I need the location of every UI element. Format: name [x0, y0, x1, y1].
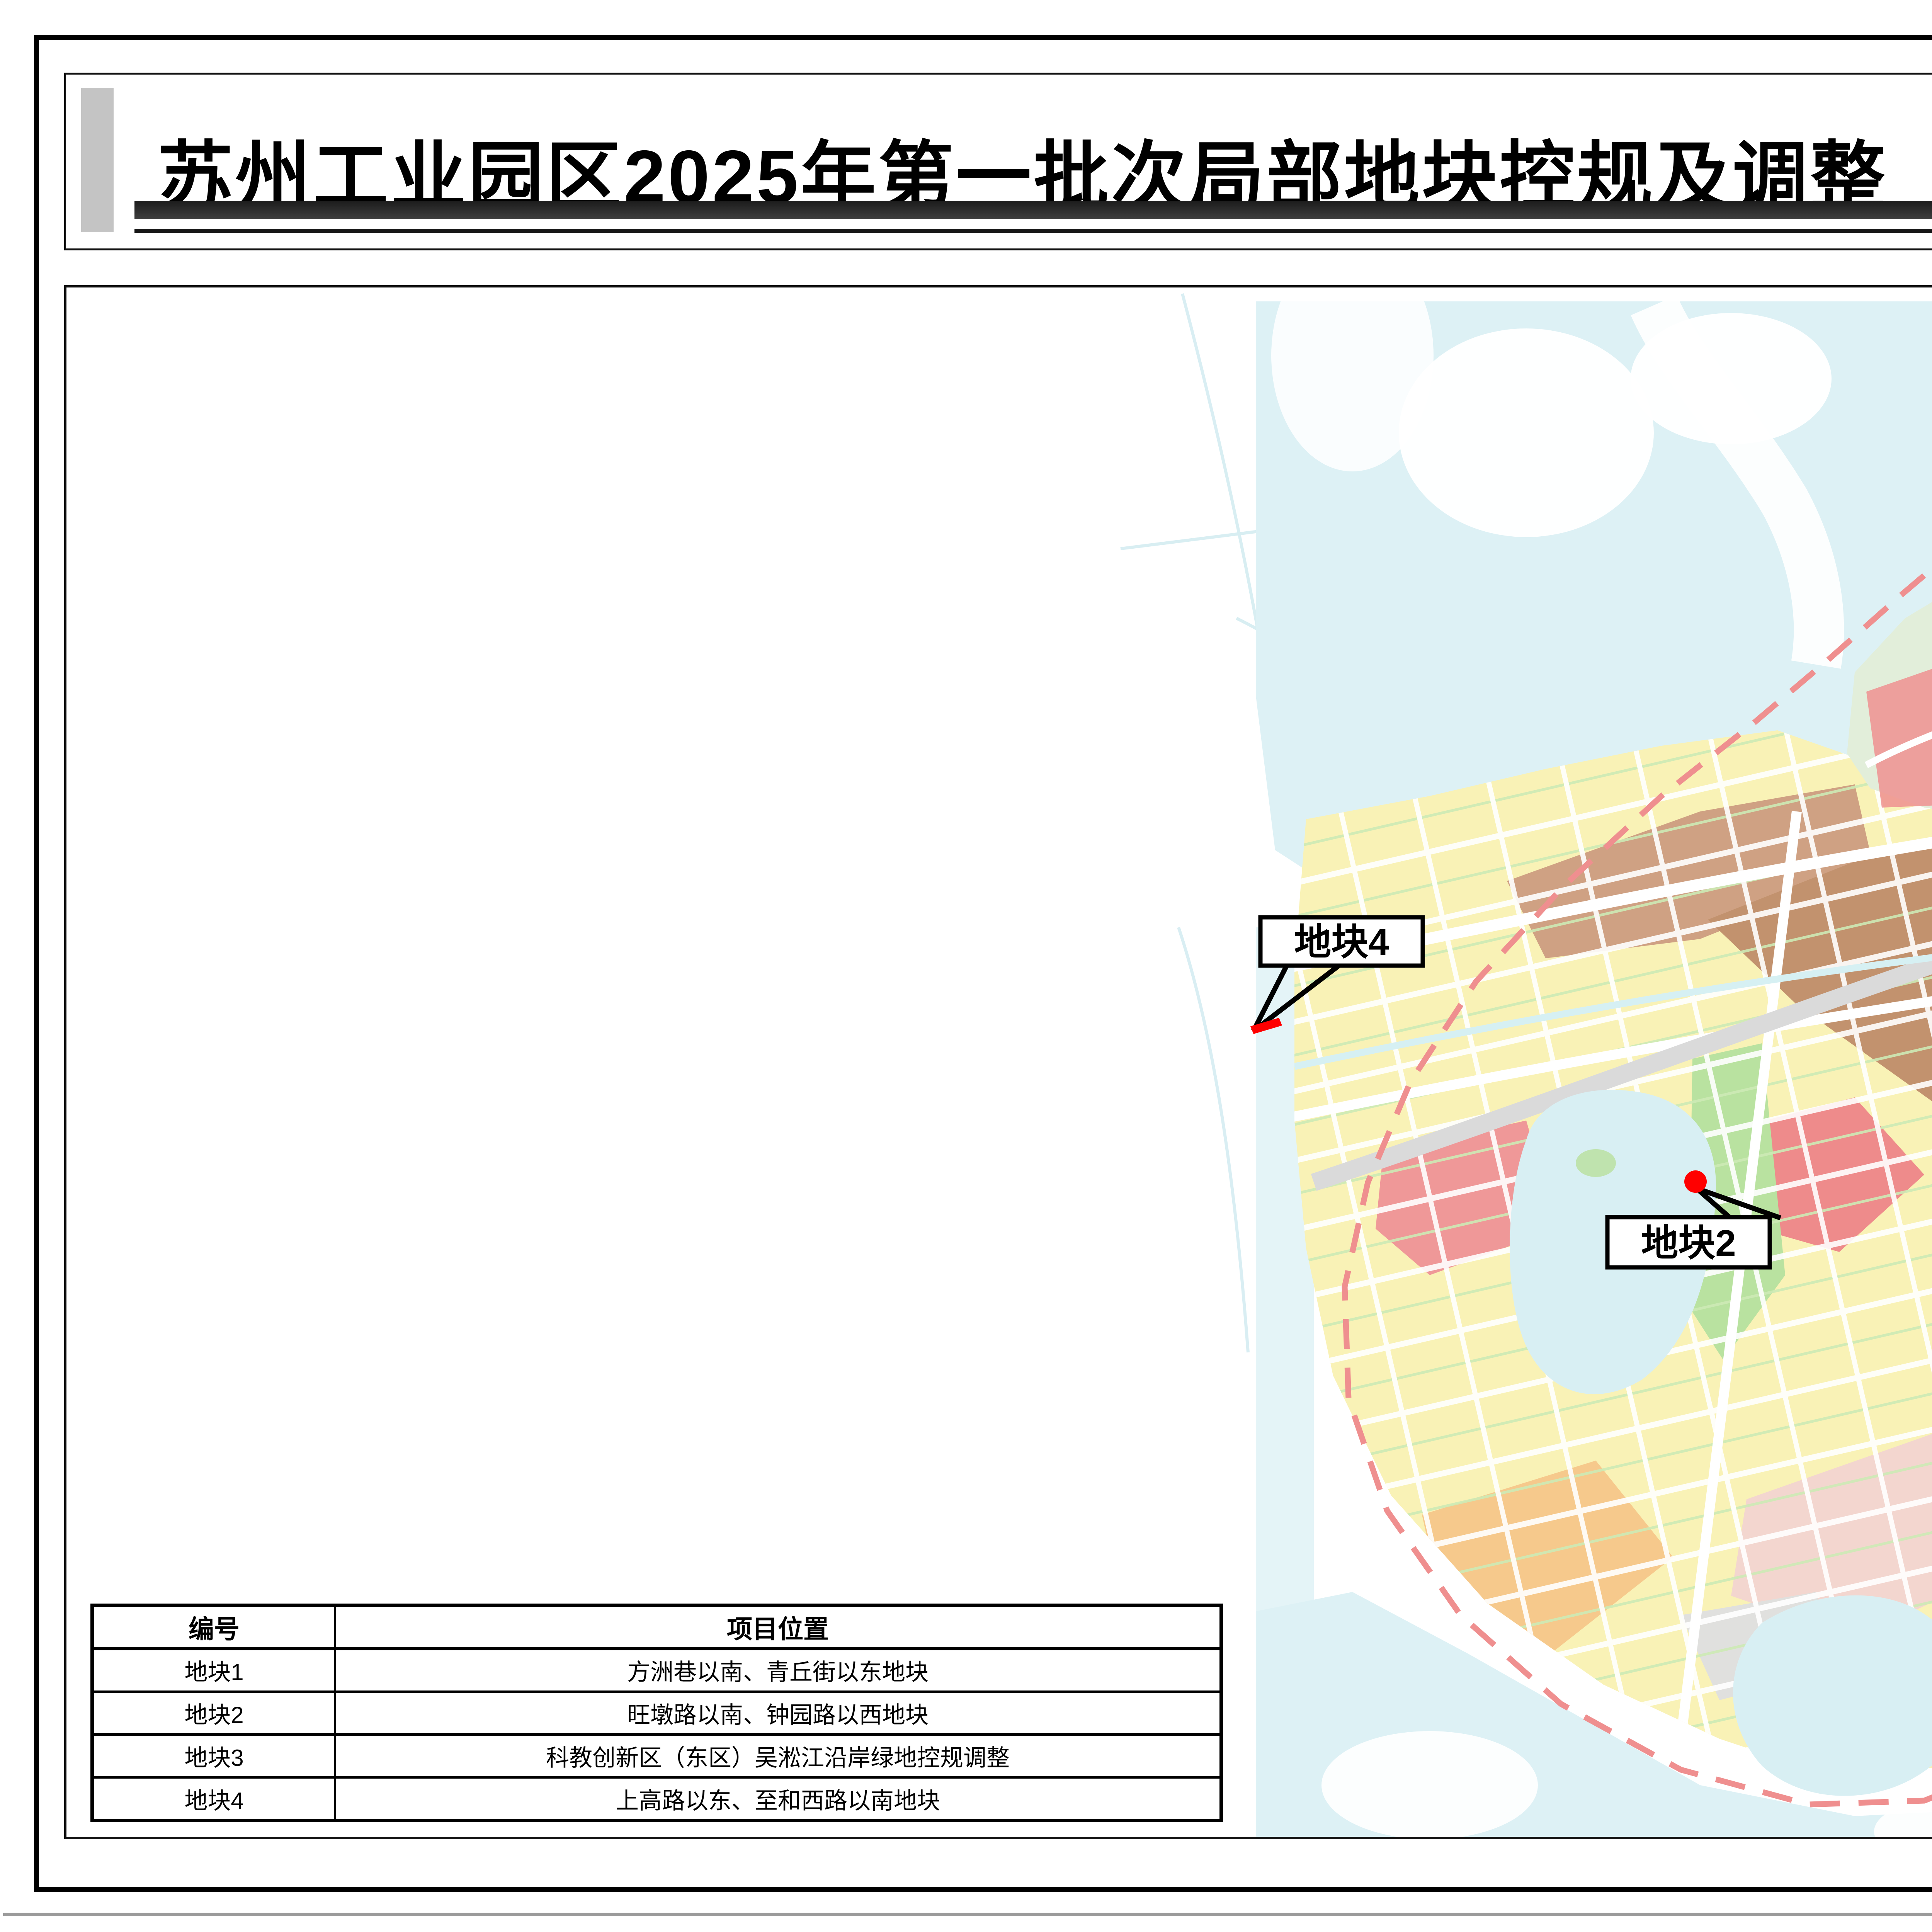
- table-header-code: 编号: [94, 1607, 336, 1647]
- table-cell-location: 方洲巷以南、青丘街以东地块: [336, 1650, 1219, 1690]
- table-row: 地块4 上高路以东、至和西路以南地块: [94, 1779, 1219, 1819]
- table-cell-code: 地块3: [94, 1736, 336, 1776]
- table-cell-code: 地块1: [94, 1650, 336, 1690]
- callout-plot2-label: 地块2: [1641, 1223, 1736, 1264]
- page-edge-shadow-bottom: [3, 1913, 1932, 1916]
- title-accent-bar: [81, 88, 114, 232]
- table-header-location: 项目位置: [336, 1607, 1219, 1647]
- table-row: 地块2 旺墩路以南、钟园路以西地块: [94, 1693, 1219, 1736]
- table-cell-location: 科教创新区（东区）吴淞江沿岸绿地控规调整: [336, 1736, 1219, 1776]
- table-header-row: 编号 项目位置: [94, 1607, 1219, 1650]
- table-cell-location: 上高路以东、至和西路以南地块: [336, 1779, 1219, 1819]
- dushu-lake: [1733, 1595, 1932, 1796]
- header-rule-dark-bar: [134, 201, 1932, 219]
- table-cell-code: 地块4: [94, 1779, 336, 1819]
- table-row: 地块3 科教创新区（东区）吴淞江沿岸绿地控规调整: [94, 1736, 1219, 1779]
- jinji-island: [1576, 1149, 1616, 1177]
- plan-sheet: { "header": { "title": "苏州工业园区2025年第一批次局…: [0, 0, 1932, 1932]
- marker-plot2: [1684, 1170, 1707, 1193]
- header-rule-thin: [134, 229, 1932, 233]
- table-row: 地块1 方洲巷以南、青丘街以东地块: [94, 1650, 1219, 1693]
- table-cell-location: 旺墩路以南、钟园路以西地块: [336, 1693, 1219, 1733]
- table-cell-code: 地块2: [94, 1693, 336, 1733]
- legend-table: 编号 项目位置 地块1 方洲巷以南、青丘街以东地块 地块2 旺墩路以南、钟园路以…: [90, 1604, 1223, 1822]
- callout-plot4-label: 地块4: [1294, 922, 1389, 963]
